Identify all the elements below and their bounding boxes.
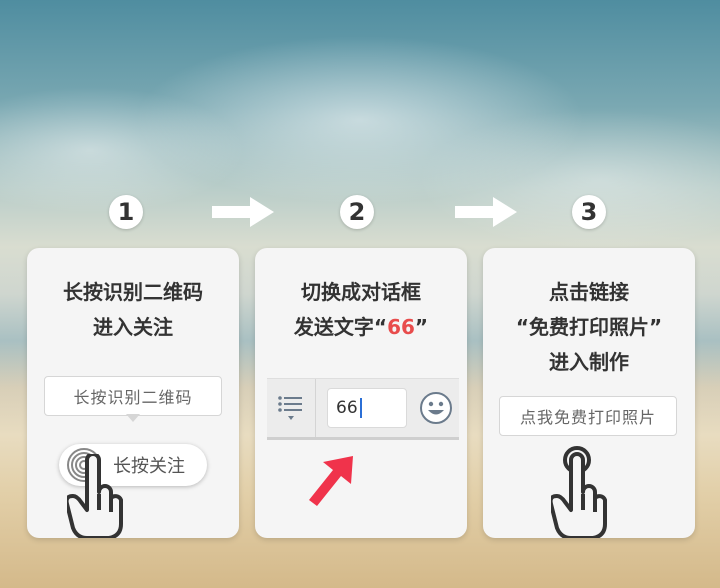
step-3-title: 点击链接 “免费打印照片” 进入制作 [483, 275, 695, 380]
title-text: ” [414, 315, 429, 339]
title-text: 发送文字“ [293, 315, 388, 339]
step-2-title-line2: 发送文字“66” [255, 310, 467, 345]
qr-box-pointer [126, 414, 140, 422]
step-card-1: 长按识别二维码 进入关注 长按识别二维码 长按关注 [27, 248, 239, 538]
step-2-title-line1: 切换成对话框 [301, 280, 421, 304]
step-1-title-line2: 进入关注 [93, 315, 173, 339]
step-number-3: 3 [572, 195, 606, 229]
red-pointer-arrow-icon [309, 456, 353, 506]
text-caret [359, 398, 362, 418]
step-number-2: 2 [340, 195, 374, 229]
step-1-title-line1: 长按识别二维码 [63, 280, 203, 304]
chat-message-input[interactable]: 66 [327, 388, 407, 428]
step-2-title: 切换成对话框 发送文字“66” [255, 275, 467, 345]
step-3-title-line2: “免费打印照片” [515, 315, 663, 339]
smiley-icon[interactable] [419, 391, 453, 425]
free-print-link[interactable]: 点我免费打印照片 [499, 396, 677, 436]
step-card-2: 切换成对话框 发送文字“66” 66 [255, 248, 467, 538]
list-menu-icon[interactable] [277, 393, 305, 423]
chat-input-bar: 66 [267, 378, 459, 440]
chat-input-text: 66 [336, 398, 358, 418]
step-3-title-line3: 进入制作 [549, 350, 629, 374]
right-arrow-icon [455, 197, 517, 227]
divider [315, 379, 316, 437]
right-arrow-icon [212, 197, 274, 227]
step-number-1: 1 [109, 195, 143, 229]
tapping-hand-icon [67, 454, 123, 538]
step-card-3: 点击链接 “免费打印照片” 进入制作 点我免费打印照片 [483, 248, 695, 538]
tapping-hand-icon [551, 446, 607, 538]
qr-code-box[interactable]: 长按识别二维码 [44, 376, 222, 416]
highlight-text: 66 [387, 315, 415, 339]
step-1-title: 长按识别二维码 进入关注 [27, 275, 239, 345]
step-3-title-line1: 点击链接 [549, 280, 629, 304]
